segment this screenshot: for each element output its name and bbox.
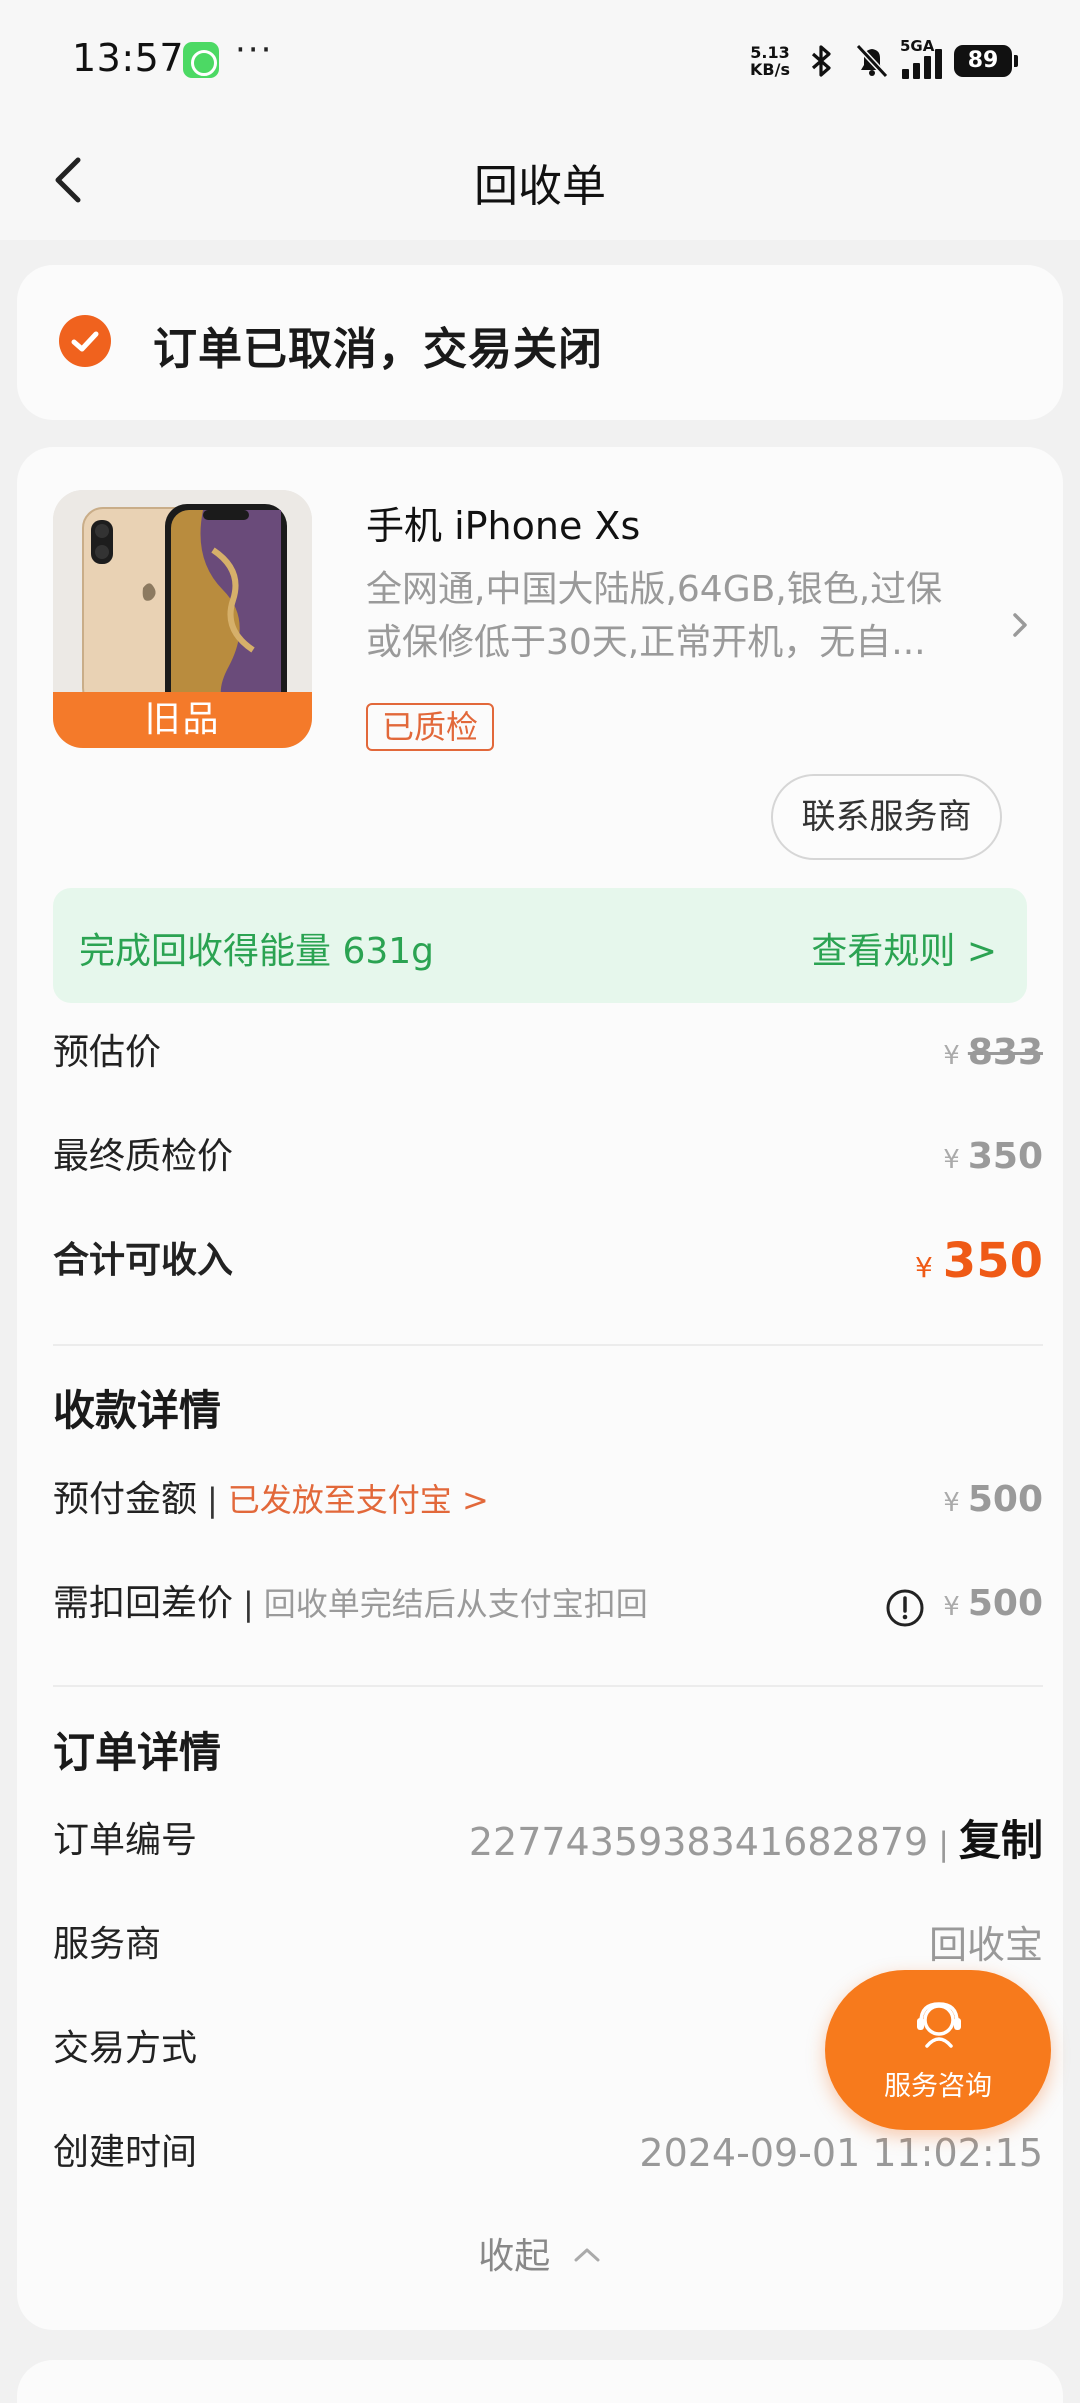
deduct-difference-value: ¥500 [885,1569,1043,1642]
bluetooth-icon [802,42,840,80]
final-price-label: 最终质检价 [53,1136,234,1177]
chevron-right-icon[interactable] [1007,607,1033,643]
total-income-value: ¥350 [914,1233,1043,1289]
status-indicators: 5.13 KB/s 5GA 89 [750,36,1018,86]
order-number-row: 订单编号 2277435938341682879 | 复制 [53,1806,1043,1876]
trade-method-label: 交易方式 [53,2028,198,2069]
customer-service-icon [917,2002,961,2048]
deduct-difference-label: 需扣回差价 | 回收单完结后从支付宝扣回 [53,1583,648,1624]
estimate-price-value: ¥833 [943,1032,1043,1073]
order-number-label: 订单编号 [53,1820,198,1861]
more-notifications-icon: ··· [235,30,274,70]
copy-order-number-button[interactable]: 复制 [959,1816,1043,1865]
product-description[interactable]: 全网通,中国大陆版,64GB,银色,过保 或保修低于30天,正常开机，无自... [366,563,1006,669]
battery-icon: 89 [954,45,1018,77]
quality-checked-badge: 已质检 [366,703,495,751]
provider-row: 服务商 回收宝 [53,1910,1043,1980]
estimate-price-label: 预估价 [53,1032,162,1073]
product-image[interactable]: 旧品 [53,490,312,748]
mute-bell-icon [852,42,890,80]
final-price-row: 最终质检价 ¥350 [53,1122,1043,1192]
estimate-price-row: 预估价 ¥833 [53,1018,1043,1088]
final-price-value: ¥350 [943,1136,1043,1177]
product-name[interactable]: 手机 iPhone Xs [366,495,640,550]
condition-tag: 旧品 [53,692,312,748]
prepaid-alipay-link[interactable]: 已发放至支付宝 > [228,1481,489,1519]
created-time-label: 创建时间 [53,2132,198,2173]
order-status-text: 订单已取消，交易关闭 [153,324,603,375]
provider-label: 服务商 [53,1924,162,1965]
deduct-difference-row: 需扣回差价 | 回收单完结后从支付宝扣回 ¥500 [53,1569,1043,1639]
energy-reward-banner: 完成回收得能量 631g 查看规则 > [53,888,1027,1003]
order-status-card: 订单已取消，交易关闭 [17,265,1063,420]
customer-service-label: 服务咨询 [884,2071,992,2102]
prepaid-amount-label: 预付金额 | 已发放至支付宝 > [53,1479,489,1520]
divider [53,1344,1043,1346]
chevron-up-icon [574,2248,600,2262]
prepaid-amount-value: ¥500 [943,1479,1043,1520]
payment-section-title: 收款详情 [53,1386,222,1435]
view-rules-link[interactable]: 查看规则 > [811,922,997,974]
contact-provider-button[interactable]: 联系服务商 [771,774,1002,860]
customer-service-button[interactable]: 服务咨询 [825,1970,1051,2130]
status-time: 13:57 [72,36,185,80]
cellular-signal-icon: 5GA [900,37,942,79]
next-card [17,2360,1063,2403]
status-bar: 13:57 ··· 5.13 KB/s 5GA 89 [0,0,1080,120]
order-number-value: 2277435938341682879 | 复制 [468,1816,1043,1865]
total-income-label: 合计可收入 [53,1240,234,1281]
network-speed: 5.13 KB/s [750,43,790,79]
divider [53,1685,1043,1687]
collapse-button[interactable]: 收起 [17,2227,1063,2279]
prepaid-amount-row: 预付金额 | 已发放至支付宝 > ¥500 [53,1465,1043,1535]
check-circle-icon [59,315,111,367]
order-section-title: 订单详情 [53,1728,222,1777]
app-notification-icon [183,42,219,78]
total-income-row: 合计可收入 ¥350 [53,1226,1043,1296]
page-title: 回收单 [474,161,606,212]
info-alert-icon[interactable] [885,1582,925,1627]
nav-bar: 回收单 [0,120,1080,240]
energy-reward-text: 完成回收得能量 631g [79,931,435,972]
